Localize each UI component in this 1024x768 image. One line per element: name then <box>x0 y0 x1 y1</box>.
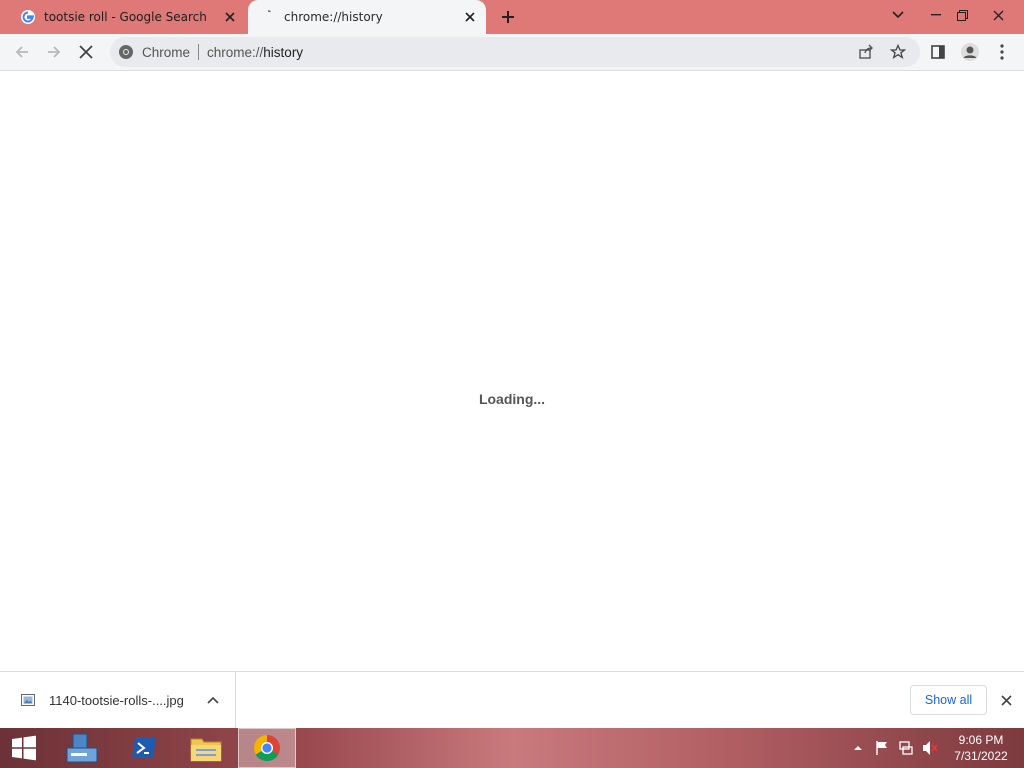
address-bar[interactable]: Chrome chrome://history <box>110 37 920 67</box>
tab-strip: tootsie roll - Google Search chrome://hi… <box>0 0 1024 34</box>
tab-search-chevron-icon[interactable] <box>882 0 914 30</box>
clock-time: 9:06 PM <box>958 733 1004 747</box>
close-window-icon[interactable] <box>982 0 1014 30</box>
share-icon[interactable] <box>854 40 878 64</box>
close-tab-icon[interactable] <box>460 7 480 27</box>
google-g-icon <box>20 9 36 25</box>
download-item[interactable]: 1140-tootsie-rolls-....jpg <box>0 672 236 728</box>
tab-title: tootsie roll - Google Search <box>44 10 207 24</box>
side-panel-icon[interactable] <box>926 40 950 64</box>
close-shelf-icon[interactable] <box>997 691 1015 709</box>
file-explorer-icon[interactable] <box>178 728 234 768</box>
system-clock[interactable]: 9:06 PM 7/31/2022 <box>948 732 1014 764</box>
show-all-downloads-button[interactable]: Show all <box>910 685 987 715</box>
chrome-logo-icon <box>118 44 134 60</box>
action-center-flag-icon[interactable] <box>874 740 890 756</box>
loading-spinner-icon <box>260 9 276 25</box>
server-manager-icon[interactable] <box>54 728 110 768</box>
browser-toolbar: Chrome chrome://history <box>0 34 1024 71</box>
restore-icon[interactable] <box>946 0 978 30</box>
windows-taskbar: 9:06 PM 7/31/2022 <box>0 728 1024 768</box>
forward-arrow-icon[interactable] <box>42 40 66 64</box>
back-arrow-icon[interactable] <box>10 40 34 64</box>
chevron-up-icon[interactable] <box>204 691 222 709</box>
url-scheme: chrome:// <box>207 44 264 60</box>
network-icon[interactable] <box>898 740 914 756</box>
stop-loading-icon[interactable] <box>74 40 98 64</box>
show-hidden-icons-icon[interactable] <box>850 740 866 756</box>
menu-kebab-icon[interactable] <box>990 40 1014 64</box>
tab-title: chrome://history <box>284 10 383 24</box>
clock-date: 7/31/2022 <box>954 749 1008 763</box>
url-text: chrome://history <box>207 45 303 60</box>
download-file-name: 1140-tootsie-rolls-....jpg <box>49 692 184 708</box>
windows-start-icon[interactable] <box>0 728 48 768</box>
chrome-icon[interactable] <box>238 728 296 768</box>
tab-google-search[interactable]: tootsie roll - Google Search <box>8 0 246 34</box>
profile-avatar-icon[interactable] <box>958 40 982 64</box>
volume-muted-icon[interactable] <box>922 740 938 756</box>
loading-text: Loading... <box>478 391 546 407</box>
new-tab-button[interactable] <box>498 7 518 27</box>
bookmark-star-icon[interactable] <box>886 40 910 64</box>
chrome-site-chip: Chrome <box>142 44 191 60</box>
powershell-icon[interactable] <box>116 728 172 768</box>
page-content: Loading... <box>0 71 1024 671</box>
url-path: history <box>263 44 304 60</box>
divider <box>198 44 200 60</box>
image-file-icon <box>20 692 36 708</box>
downloads-shelf: 1140-tootsie-rolls-....jpg Show all <box>0 671 1024 728</box>
close-tab-icon[interactable] <box>220 7 240 27</box>
tab-history[interactable]: chrome://history <box>248 0 486 34</box>
